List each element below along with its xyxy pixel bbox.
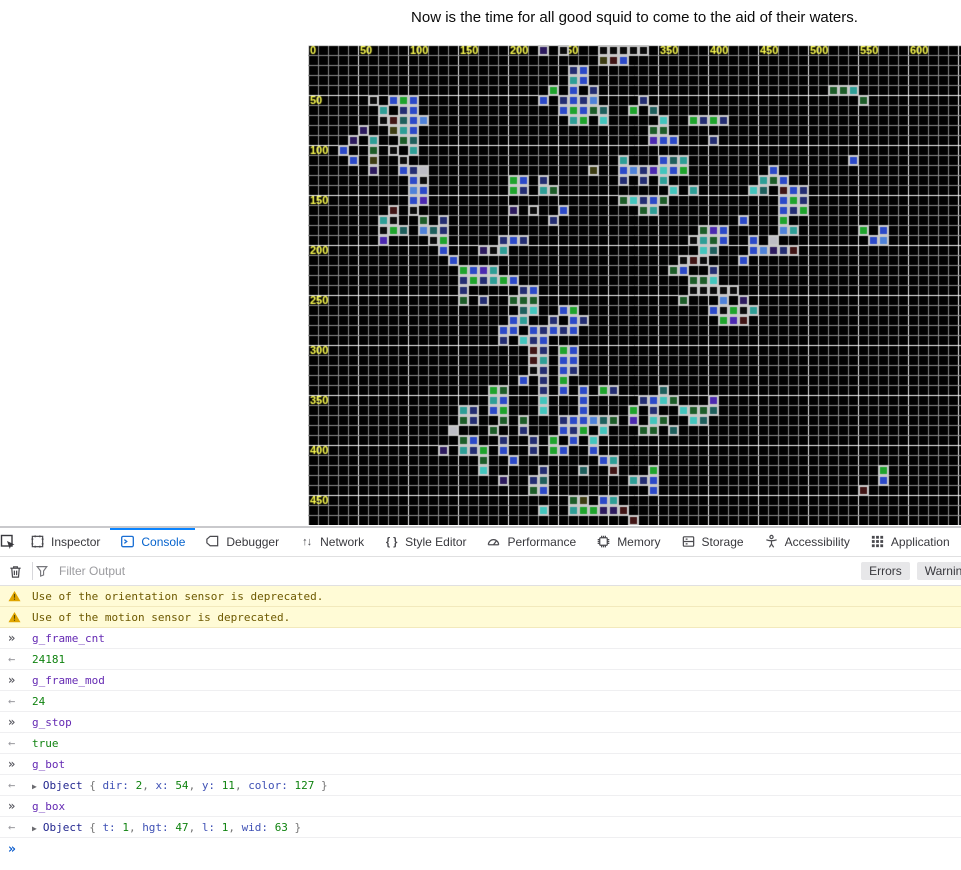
- tab-label: Performance: [507, 535, 576, 549]
- console-toolbar: Errors Warnings: [0, 557, 961, 586]
- tab-styleeditor[interactable]: { } Style Editor: [374, 528, 476, 555]
- tab-application[interactable]: Application: [860, 528, 960, 555]
- tab-label: Application: [891, 535, 950, 549]
- console-result-row: ←▶Object { dir: 2, x: 54, y: 11, color: …: [0, 775, 961, 796]
- object-preview: ▶Object { t: 1, hgt: 47, l: 1, wid: 63 }: [32, 821, 301, 834]
- styleeditor-icon: { }: [384, 534, 399, 549]
- game-grid-canvas[interactable]: [308, 45, 961, 525]
- devtools-panel: Inspector Console Debugger ↑↓ Network { } Styl…: [0, 526, 961, 870]
- tab-label: Inspector: [51, 535, 100, 549]
- tab-inspector[interactable]: Inspector: [20, 528, 110, 555]
- console-warning-row: Use of the motion sensor is deprecated.: [0, 607, 961, 628]
- accessibility-icon: [764, 534, 779, 549]
- console-command-row: »g_frame_mod: [0, 670, 961, 691]
- tab-console[interactable]: Console: [110, 528, 195, 555]
- page-title: Now is the time for all good squid to co…: [308, 9, 961, 26]
- tab-debugger[interactable]: Debugger: [195, 528, 289, 555]
- command-text: g_bot: [32, 758, 65, 771]
- input-chevron-icon: »: [8, 757, 32, 771]
- tab-label: Memory: [617, 535, 660, 549]
- tab-label: Network: [320, 535, 364, 549]
- debugger-icon: [205, 534, 220, 549]
- console-output: Use of the orientation sensor is depreca…: [0, 586, 961, 838]
- browser-page: Now is the time for all good squid to co…: [0, 0, 961, 870]
- command-text: g_stop: [32, 716, 72, 729]
- command-text: g_frame_mod: [32, 674, 105, 687]
- result-arrow-icon: ←: [8, 694, 32, 708]
- console-result-row: ←▶Object { t: 1, hgt: 47, l: 1, wid: 63 …: [0, 817, 961, 838]
- inspector-icon: [30, 534, 45, 549]
- toolbar-separator: [32, 562, 33, 580]
- result-arrow-icon: ←: [8, 778, 32, 792]
- input-prompt-icon: »: [8, 842, 32, 857]
- warning-icon: [8, 611, 32, 623]
- console-icon: [120, 534, 135, 549]
- filter-funnel-icon: [35, 564, 49, 578]
- command-text: g_frame_cnt: [32, 632, 105, 645]
- result-arrow-icon: ←: [8, 652, 32, 666]
- input-chevron-icon: »: [8, 715, 32, 729]
- result-arrow-icon: ←: [8, 820, 32, 834]
- trash-icon: [8, 564, 23, 579]
- console-input-row[interactable]: »: [0, 838, 961, 870]
- tabs-container: Inspector Console Debugger ↑↓ Network { } Styl…: [20, 528, 960, 556]
- console-command-row: »g_box: [0, 796, 961, 817]
- result-value: 24181: [32, 653, 65, 666]
- tab-memory[interactable]: Memory: [586, 528, 670, 555]
- input-chevron-icon: »: [8, 631, 32, 645]
- application-icon: [870, 534, 885, 549]
- console-command-row: »g_bot: [0, 754, 961, 775]
- result-arrow-icon: ←: [8, 736, 32, 750]
- expand-toggle-icon[interactable]: ▶: [32, 824, 37, 833]
- console-command-row: »g_stop: [0, 712, 961, 733]
- filter-warnings-button[interactable]: Warnings: [917, 562, 961, 580]
- console-result-row: ←24181: [0, 649, 961, 670]
- tab-network[interactable]: ↑↓ Network: [289, 528, 374, 555]
- console-result-row: ←24: [0, 691, 961, 712]
- memory-icon: [596, 534, 611, 549]
- tab-label: Style Editor: [405, 535, 466, 549]
- command-text: g_box: [32, 800, 65, 813]
- node-picker-icon: [0, 534, 16, 550]
- tab-performance[interactable]: Performance: [476, 528, 586, 555]
- console-command-row: »g_frame_cnt: [0, 628, 961, 649]
- console-warning-row: Use of the orientation sensor is depreca…: [0, 586, 961, 607]
- network-icon: ↑↓: [299, 534, 314, 549]
- input-chevron-icon: »: [8, 799, 32, 813]
- filter-errors-button[interactable]: Errors: [861, 562, 910, 580]
- storage-icon: [681, 534, 696, 549]
- node-picker-button[interactable]: [0, 529, 16, 556]
- filter-input[interactable]: [57, 563, 861, 579]
- clear-console-button[interactable]: [0, 564, 30, 579]
- warning-text: Use of the motion sensor is deprecated.: [32, 611, 290, 624]
- console-result-row: ←true: [0, 733, 961, 754]
- object-preview: ▶Object { dir: 2, x: 54, y: 11, color: 1…: [32, 779, 328, 792]
- tab-storage[interactable]: Storage: [671, 528, 754, 555]
- result-value: true: [32, 737, 59, 750]
- tab-accessibility[interactable]: Accessibility: [754, 528, 860, 555]
- tab-label: Storage: [702, 535, 744, 549]
- tab-label: Console: [141, 535, 185, 549]
- tab-label: Debugger: [226, 535, 279, 549]
- warning-text: Use of the orientation sensor is depreca…: [32, 590, 323, 603]
- devtools-tabbar: Inspector Console Debugger ↑↓ Network { } Styl…: [0, 528, 961, 557]
- performance-icon: [486, 534, 501, 549]
- tab-label: Accessibility: [785, 535, 850, 549]
- result-value: 24: [32, 695, 45, 708]
- expand-toggle-icon[interactable]: ▶: [32, 782, 37, 791]
- input-chevron-icon: »: [8, 673, 32, 687]
- warning-icon: [8, 590, 32, 602]
